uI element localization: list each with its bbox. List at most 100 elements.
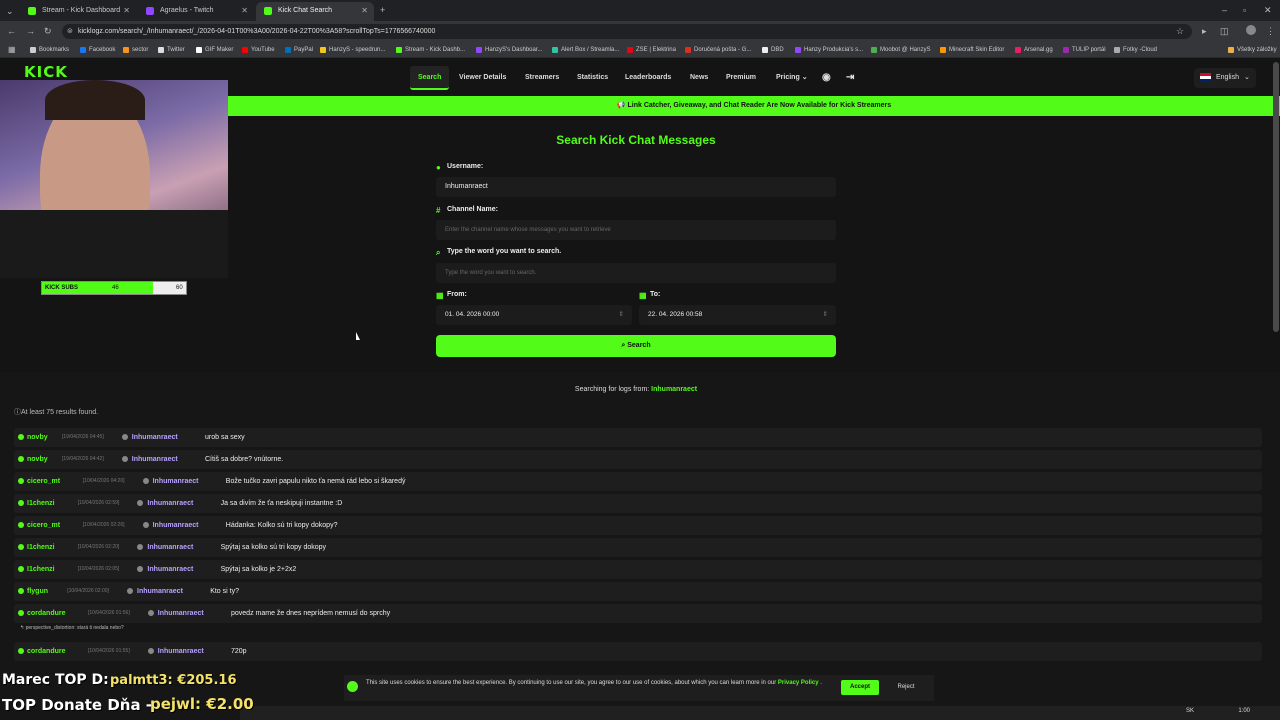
browser-menu-icon[interactable]: ⋮ xyxy=(1266,26,1275,36)
nav-pricing[interactable]: Pricing ⌄ xyxy=(776,66,808,90)
bookmark-item[interactable]: HanzyS - speedrun... xyxy=(320,44,385,56)
bookmark-label: Facebook xyxy=(89,47,116,53)
bookmark-star-icon[interactable]: ☆ xyxy=(1176,26,1184,36)
bookmark-item[interactable]: Fotky -Cloud xyxy=(1114,44,1157,56)
tab-menu-icon[interactable]: ⌄ xyxy=(6,6,14,16)
chat-username[interactable]: cicero_mt xyxy=(18,516,60,535)
nav-search[interactable]: Search xyxy=(410,66,450,90)
target-username[interactable]: Inhumanraect xyxy=(158,642,204,661)
nav-statistics[interactable]: Statistics xyxy=(577,66,608,90)
bookmark-item[interactable]: TULIP portál xyxy=(1063,44,1106,56)
close-tab-icon[interactable]: ✕ xyxy=(361,2,368,19)
privacy-policy-link[interactable]: Privacy Policy xyxy=(778,680,819,686)
bookmark-item[interactable]: Doručená pošta - G... xyxy=(685,44,751,56)
target-username[interactable]: Inhumanraect xyxy=(137,582,183,601)
maximize-icon[interactable]: ▫ xyxy=(1243,5,1246,15)
bookmark-item[interactable]: HanzyS's Dashboar... xyxy=(476,44,543,56)
spinner-icon[interactable]: ⇕ xyxy=(823,305,828,325)
bookmark-item[interactable]: Minecraft Skin Editor xyxy=(940,44,1004,56)
to-value: 22. 04. 2026 00:58 xyxy=(648,311,703,318)
tab-kick-chat-search[interactable]: Kick Chat Search ✕ xyxy=(256,2,374,21)
bookmark-item[interactable]: YouTube xyxy=(242,44,275,56)
all-bookmarks[interactable]: Všetky záložky xyxy=(1228,44,1277,56)
site-logo[interactable]: KICK xyxy=(24,63,68,81)
bookmark-item[interactable]: DBD xyxy=(762,44,784,56)
close-tab-icon[interactable]: ✕ xyxy=(123,2,130,19)
chat-username[interactable]: cordandure xyxy=(18,604,66,623)
searching-status: Searching for logs from: Inhumanraect xyxy=(0,386,1272,393)
chat-username[interactable]: flygun xyxy=(18,582,48,601)
discord-icon[interactable]: ◉ xyxy=(822,66,831,90)
forward-icon[interactable]: → xyxy=(26,26,35,36)
bookmark-item[interactable]: Arsenal.gg xyxy=(1015,44,1053,56)
word-label: ⌕ Type the word you want to search. xyxy=(436,248,561,257)
login-icon[interactable]: ⇥ xyxy=(846,66,854,90)
reload-icon[interactable]: ↻ xyxy=(44,26,52,36)
target-username[interactable]: Inhumanraect xyxy=(132,428,178,447)
bookmark-item[interactable]: Twitter xyxy=(158,44,185,56)
bookmark-item[interactable]: Alert Box / Streamla... xyxy=(552,44,619,56)
site-info-icon[interactable]: ⊜ xyxy=(67,27,73,37)
tab-twitch[interactable]: Agraelus - Twitch ✕ xyxy=(138,2,254,21)
nav-news[interactable]: News xyxy=(690,66,708,90)
accept-cookies-button[interactable]: Accept xyxy=(841,680,879,695)
target-username[interactable]: Inhumanraect xyxy=(147,494,193,513)
bookmark-item[interactable]: PayPal xyxy=(285,44,313,56)
status-dot-icon xyxy=(137,544,144,550)
extensions-puzzle-icon[interactable]: ◫ xyxy=(1220,26,1229,36)
bookmark-item[interactable]: sector xyxy=(123,44,148,56)
from-datetime-input[interactable]: 01. 04. 2026 00:00 ⇕ xyxy=(436,305,632,325)
target-username[interactable]: Inhumanraect xyxy=(158,604,204,623)
cookie-body: This site uses cookies to ensure the bes… xyxy=(366,680,777,686)
bookmark-item[interactable]: Bookmarks xyxy=(30,44,69,56)
chat-username[interactable]: I1chenzi xyxy=(18,538,55,557)
bookmark-item[interactable]: Hanzy Produkcia's s... xyxy=(795,44,863,56)
nav-premium[interactable]: Premium xyxy=(726,66,756,90)
page-scrollbar[interactable] xyxy=(1273,62,1279,332)
target-username[interactable]: Inhumanraect xyxy=(153,472,199,491)
minimize-icon[interactable]: – xyxy=(1222,5,1227,15)
chat-username[interactable]: I1chenzi xyxy=(18,494,55,513)
close-tab-icon[interactable]: ✕ xyxy=(241,2,248,19)
apps-grid-icon[interactable]: ▦ xyxy=(8,45,16,55)
target-username[interactable]: Inhumanraect xyxy=(153,516,199,535)
bookmark-label: DBD xyxy=(771,47,784,53)
spinner-icon[interactable]: ⇕ xyxy=(619,305,624,325)
nav-leaderboards[interactable]: Leaderboards xyxy=(625,66,671,90)
bookmark-item[interactable]: ZSE | Elektrina xyxy=(627,44,676,56)
chat-username[interactable]: novby xyxy=(18,450,48,469)
chat-username[interactable]: I1chenzi xyxy=(18,560,55,579)
nav-streamers[interactable]: Streamers xyxy=(525,66,559,90)
word-input[interactable]: Type the word you want to search. xyxy=(436,263,836,283)
bookmark-item[interactable]: Facebook xyxy=(80,44,115,56)
language-select[interactable]: English ⌄ xyxy=(1194,68,1256,88)
taskbar-clock[interactable]: 1:00 xyxy=(1238,708,1250,714)
new-tab-icon[interactable]: + xyxy=(380,5,385,15)
bookmark-item[interactable]: Moobot @ HanzyS xyxy=(871,44,930,56)
chat-username[interactable]: cordandure xyxy=(18,642,66,661)
reject-cookies-button[interactable]: Reject xyxy=(889,680,923,695)
search-button[interactable]: ⌕ Search xyxy=(436,335,836,357)
target-username[interactable]: Inhumanraect xyxy=(132,450,178,469)
username-input[interactable]: Inhumanraect xyxy=(436,177,836,197)
back-icon[interactable]: ← xyxy=(7,26,16,36)
bookmark-item[interactable]: GIF Maker xyxy=(196,44,233,56)
bookmark-item[interactable]: Stream - Kick Dashb... xyxy=(396,44,465,56)
to-datetime-input[interactable]: 22. 04. 2026 00:58 ⇕ xyxy=(639,305,836,325)
channel-input[interactable]: Enter the channel name whose messages yo… xyxy=(436,220,836,240)
tab-kick-dashboard[interactable]: Stream - Kick Dashboard ✕ xyxy=(20,2,136,21)
username-label: ● Username: xyxy=(436,163,483,172)
target-username[interactable]: Inhumanraect xyxy=(147,538,193,557)
url-input[interactable]: ⊜ kicklogz.com/search/_/Inhumanraect/_/2… xyxy=(62,24,1192,39)
target-username[interactable]: Inhumanraect xyxy=(147,560,193,579)
taskbar-language[interactable]: SK xyxy=(1186,708,1194,714)
extension-icon[interactable]: ▸ xyxy=(1202,26,1207,36)
close-window-icon[interactable]: ✕ xyxy=(1264,5,1272,15)
bookmark-label: GIF Maker xyxy=(205,47,234,53)
nav-viewer-details[interactable]: Viewer Details xyxy=(459,66,506,90)
chat-username[interactable]: novby xyxy=(18,428,48,447)
profile-avatar-icon[interactable] xyxy=(1246,25,1256,35)
announcement-banner[interactable]: 📢 Link Catcher, Giveaway, and Chat Reade… xyxy=(228,96,1280,116)
chat-username[interactable]: cicero_mt xyxy=(18,472,60,491)
status-dot-icon xyxy=(147,610,154,616)
